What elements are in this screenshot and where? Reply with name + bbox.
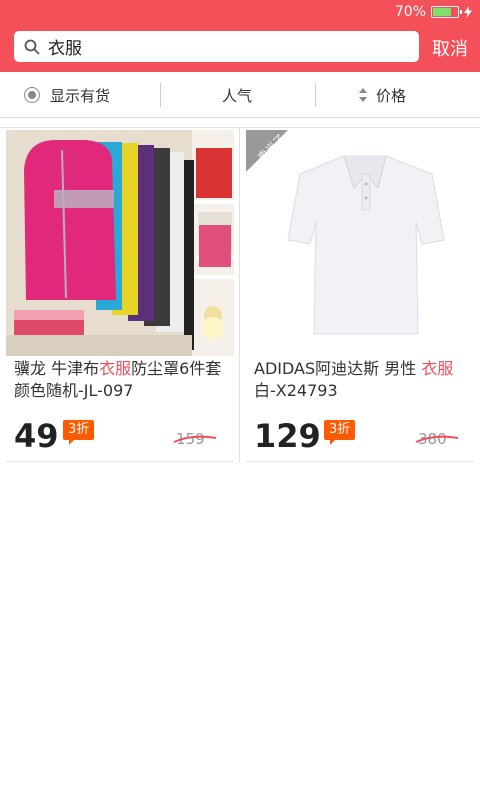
product-title[interactable]: 骥龙 牛津布衣服防尘罩6件套颜色随机-JL-097 bbox=[14, 358, 232, 402]
search-input[interactable] bbox=[48, 36, 388, 57]
filter-divider bbox=[315, 83, 316, 107]
sort-arrows-icon bbox=[359, 88, 367, 102]
in-stock-filter[interactable]: 显示有货 bbox=[24, 72, 110, 118]
popularity-label: 人气 bbox=[222, 86, 253, 105]
discount-badge: 3折 bbox=[63, 420, 95, 445]
top-bar: 70% 取消 bbox=[0, 0, 480, 72]
product-card[interactable]: 骥龙 牛津布衣服防尘罩6件套颜色随机-JL-097 49 3折 159 bbox=[0, 128, 240, 462]
in-stock-label: 显示有货 bbox=[50, 86, 111, 105]
product-image: 卖光了 bbox=[246, 130, 474, 356]
strike-line bbox=[173, 435, 217, 443]
price-label: 价格 bbox=[376, 86, 407, 105]
filter-bar: 显示有货 人气 价格 bbox=[0, 72, 480, 118]
search-icon bbox=[24, 39, 40, 54]
search-box[interactable] bbox=[14, 31, 419, 62]
battery-percent: 70% bbox=[394, 4, 426, 20]
radio-icon bbox=[24, 87, 40, 103]
status-bar: 70% bbox=[395, 2, 472, 22]
discount-badge: 3折 bbox=[324, 420, 356, 445]
product-card[interactable]: 卖光了 ADIDAS阿迪达斯 男性 衣服白-X24793 129 3折 380 bbox=[240, 128, 480, 462]
product-price: 49 bbox=[14, 417, 59, 455]
price-sort[interactable]: 价格 bbox=[358, 72, 406, 118]
battery-icon bbox=[431, 6, 462, 18]
original-price: 159 bbox=[173, 430, 217, 448]
original-price: 380 bbox=[415, 430, 459, 448]
product-image bbox=[6, 130, 234, 356]
strike-line bbox=[415, 435, 459, 443]
filter-divider bbox=[160, 83, 161, 107]
charging-icon bbox=[464, 6, 472, 18]
cancel-button[interactable]: 取消 bbox=[432, 35, 468, 61]
product-price: 129 bbox=[254, 417, 321, 455]
product-title[interactable]: ADIDAS阿迪达斯 男性 衣服白-X24793 bbox=[254, 358, 472, 402]
popularity-sort[interactable]: 人气 bbox=[222, 72, 252, 118]
